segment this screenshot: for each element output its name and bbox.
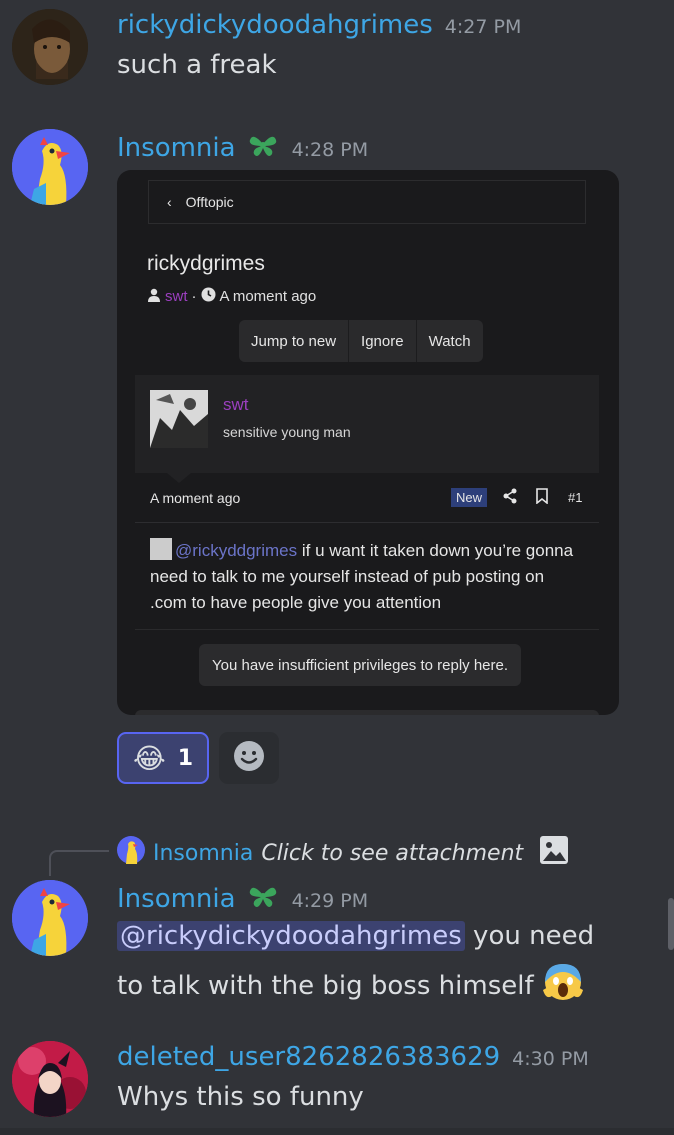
thread-meta: swt · A moment ago	[147, 287, 316, 306]
reply-connector	[49, 850, 109, 876]
embedded-screenshot[interactable]: ‹ Offtopic rickydgrimes swt · A moment a…	[117, 170, 619, 715]
avatar-insomnia[interactable]	[12, 129, 88, 205]
jump-to-new-button: Jump to new	[239, 320, 350, 362]
username[interactable]: deleted_user8262826383629 4:30 PM	[117, 1042, 589, 1072]
thread-actions: Jump to new Ignore Watch	[239, 320, 483, 362]
watch-button: Watch	[428, 332, 471, 350]
divider	[135, 629, 599, 630]
reply-username: Insomnia	[153, 840, 254, 866]
post-time: A moment ago	[150, 490, 241, 506]
post-number: #1	[568, 490, 583, 505]
username[interactable]: Insomnia 4:29 PM	[117, 881, 368, 918]
reply-text: Click to see attachment	[261, 840, 524, 866]
bookmark-icon	[535, 488, 549, 509]
ignore-button: Ignore	[349, 320, 417, 362]
clock-icon	[201, 287, 216, 306]
post-user-bio: sensitive young man	[223, 424, 351, 440]
new-badge: New	[451, 488, 488, 507]
clover-badge-icon	[246, 881, 280, 918]
scream-emoji-icon	[542, 960, 584, 1009]
image-icon	[539, 835, 569, 871]
message-text: Whys this so funny	[117, 1082, 364, 1112]
insufficient-privileges-notice: You have insufficient privileges to repl…	[199, 644, 522, 686]
post-body: @rickyddgrimes if u want it taken down y…	[150, 538, 580, 616]
user-mention[interactable]: @rickydickydoodahgrimes	[117, 921, 465, 951]
timestamp: 4:30 PM	[512, 1048, 589, 1070]
reaction-laughing[interactable]: 😂 1	[117, 732, 209, 784]
share-icon	[502, 488, 518, 509]
message-text: such a freak	[117, 50, 277, 80]
post-mention: @rickyddgrimes	[175, 541, 298, 560]
avatar-insomnia[interactable]	[12, 880, 88, 956]
reply-preview[interactable]: Insomnia Click to see attachment	[117, 835, 569, 871]
divider	[135, 522, 599, 523]
embed-bottom-edge	[135, 710, 599, 715]
avatar-deleted-user[interactable]	[12, 1041, 88, 1117]
timestamp: 4:27 PM	[444, 16, 522, 38]
chevron-left-icon: ‹	[167, 194, 172, 210]
clover-badge-icon	[246, 130, 280, 167]
user-box-arrow	[167, 473, 191, 483]
user-icon	[147, 288, 161, 306]
add-reaction-icon	[233, 740, 265, 776]
username[interactable]: rickydickydoodahgrimes 4:27 PM	[117, 10, 521, 40]
message-text-line2: to talk with the big boss himself	[117, 960, 584, 1009]
username[interactable]: Insomnia 4:28 PM	[117, 130, 368, 167]
mention-avatar-image	[150, 538, 172, 560]
add-reaction-button[interactable]	[219, 732, 279, 784]
reply-avatar	[117, 836, 145, 870]
thread-posted: A moment ago	[219, 288, 317, 305]
avatar-rickydickydoodahgrimes[interactable]	[12, 9, 88, 85]
user-avatar-image	[150, 390, 208, 448]
reaction-emoji: 😂	[132, 741, 166, 775]
meta-separator: ·	[191, 288, 197, 305]
thread-title: rickydgrimes	[147, 252, 265, 275]
post-user-box: swt sensitive young man	[135, 375, 599, 473]
message-text: @rickydickydoodahgrimes you need	[117, 921, 594, 951]
scrollbar-thumb[interactable]	[668, 898, 674, 950]
bottom-edge	[0, 1128, 674, 1135]
thread-author: swt	[165, 288, 188, 305]
timestamp: 4:28 PM	[291, 139, 369, 161]
reaction-count: 1	[177, 745, 194, 771]
post-user-name: swt	[223, 395, 249, 414]
timestamp: 4:29 PM	[291, 890, 369, 912]
breadcrumb: ‹ Offtopic	[148, 180, 586, 224]
